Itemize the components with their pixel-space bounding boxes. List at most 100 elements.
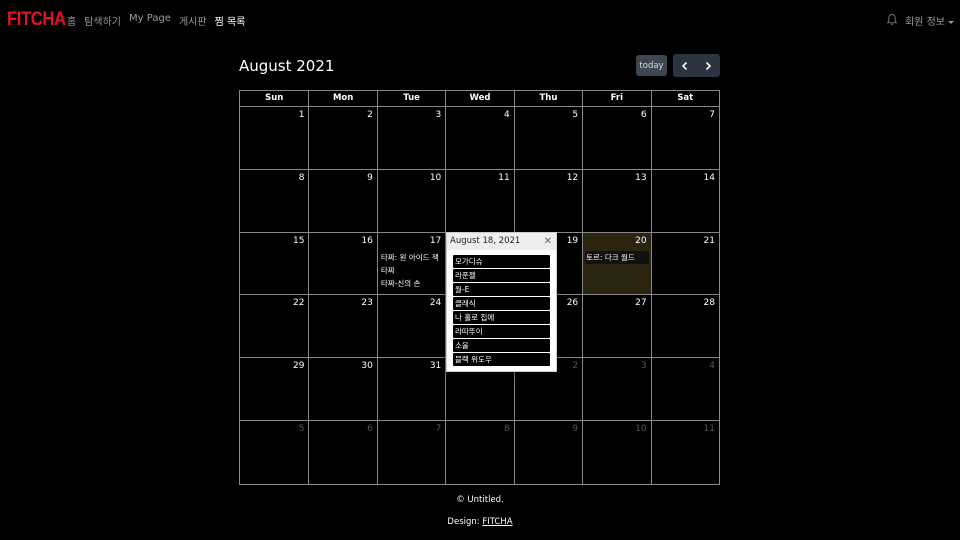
calendar-day-cell[interactable]: 8 [240,170,308,232]
popover-event[interactable]: 나 홀로 집에 [453,311,550,324]
day-number[interactable]: 8 [504,424,510,434]
day-number[interactable]: 4 [709,361,715,371]
day-number[interactable]: 28 [704,298,715,308]
bell-icon[interactable] [886,13,898,26]
day-number[interactable]: 13 [635,173,646,183]
calendar-day-cell[interactable]: 9 [513,421,582,484]
popover-event[interactable]: 소울 [453,339,550,352]
calendar-day-cell[interactable]: 11 [650,421,719,484]
calendar-day-cell[interactable]: 30 [308,358,376,421]
day-number[interactable]: 7 [436,424,442,434]
brand-logo[interactable]: FITCHA [7,9,66,31]
day-number[interactable]: 8 [299,173,305,183]
nav-link-wishlist[interactable]: 찜 목록 [215,13,246,28]
popover-event[interactable]: 월-E [453,283,550,296]
calendar-day-cell[interactable]: 27 [582,295,650,358]
calendar-day-cell[interactable]: 24 [376,295,445,358]
day-number[interactable]: 15 [293,236,304,246]
day-number[interactable]: 29 [293,361,304,371]
day-number[interactable]: 31 [430,361,441,371]
calendar-day-cell[interactable]: 22 [240,295,308,357]
day-number[interactable]: 11 [498,173,509,183]
popover-event[interactable]: 블랙 위도우 [453,353,550,366]
day-number[interactable]: 2 [572,361,578,371]
day-number[interactable]: 10 [430,173,441,183]
day-number[interactable]: 3 [641,361,647,371]
calendar-day-cell[interactable]: 20 토르: 다크 월드 [582,232,651,295]
day-number[interactable]: 12 [567,173,578,183]
calendar-day-cell[interactable]: 2 [308,107,376,169]
calendar-event[interactable]: 타짜 [380,264,443,277]
day-number[interactable]: 9 [572,424,578,434]
nav-link-home[interactable]: 홈 [67,13,76,28]
day-number[interactable]: 30 [361,361,372,371]
day-number[interactable]: 6 [367,424,373,434]
day-number[interactable]: 24 [430,298,441,308]
day-number[interactable]: 17 [430,236,441,246]
day-number[interactable]: 7 [709,110,715,120]
calendar-day-cell[interactable]: 23 [308,295,376,358]
day-number[interactable]: 4 [504,110,510,120]
day-number[interactable]: 10 [635,424,646,434]
calendar-day-cell[interactable]: 6 [582,107,650,169]
day-number[interactable]: 23 [361,298,372,308]
calendar-day-cell[interactable]: 11 [445,169,513,232]
calendar-day-cell[interactable]: 15 [240,233,308,295]
next-month-button[interactable] [697,54,721,77]
popover-event[interactable]: 라푼젤 [453,269,550,282]
nav-link-board[interactable]: 게시판 [179,13,207,28]
calendar-day-cell[interactable]: 1 [240,107,308,169]
day-number[interactable]: 5 [572,110,578,120]
calendar-event[interactable]: 토르: 다크 월드 [585,250,649,264]
calendar-day-cell[interactable]: 5 [240,421,308,484]
calendar-day-cell[interactable]: 7 [650,107,719,169]
nav-link-my-page[interactable]: My Page [129,13,171,28]
calendar-day-cell[interactable]: 13 [582,169,650,232]
close-icon[interactable]: ✕ [544,233,552,250]
calendar-day-cell[interactable]: 4 [445,107,513,169]
calendar-day-cell[interactable]: 6 [308,421,376,484]
day-number[interactable]: 27 [635,298,646,308]
calendar-day-cell[interactable]: 7 [376,421,445,484]
calendar-event[interactable]: 타짜: 원 아이드 잭 [380,251,443,264]
calendar-day-cell[interactable]: 28 [650,295,719,358]
calendar-day-cell[interactable]: 12 [513,169,582,232]
day-number[interactable]: 1 [299,110,305,120]
popover-event[interactable]: 클래식 [453,297,550,310]
calendar-day-cell[interactable]: 9 [308,169,376,232]
calendar-event[interactable]: 타짜-신의 손 [380,277,443,290]
calendar-day-cell[interactable]: 31 [376,358,445,421]
day-number[interactable]: 26 [567,298,578,308]
footer-design-link[interactable]: FITCHA [482,517,512,527]
day-number[interactable]: 5 [299,424,305,434]
day-number[interactable]: 22 [293,298,304,308]
day-number[interactable]: 11 [704,424,715,434]
day-number[interactable]: 9 [367,173,373,183]
calendar-day-cell[interactable]: 17 타짜: 원 아이드 잭 타짜 타짜-신의 손 [376,232,445,295]
calendar-day-cell[interactable]: 8 [445,421,513,484]
calendar-day-cell[interactable]: 4 [650,358,719,421]
calendar-day-cell[interactable]: 10 [582,421,650,484]
day-number[interactable]: 21 [704,236,715,246]
nav-link-explore[interactable]: 탐색하기 [84,13,121,28]
calendar-day-cell[interactable]: 29 [240,358,308,420]
day-number[interactable]: 20 [635,236,646,246]
popover-event[interactable]: 라따뚜이 [453,325,550,338]
day-number[interactable]: 3 [436,110,442,120]
popover-event[interactable]: 모가디슈 [453,255,550,268]
calendar-day-cell[interactable]: 21 [650,232,719,295]
calendar-day-cell[interactable]: 14 [650,169,719,232]
day-number[interactable]: 2 [367,110,373,120]
calendar-day-cell[interactable]: 10 [376,169,445,232]
calendar-day-cell[interactable]: 3 [582,358,650,421]
member-info-dropdown[interactable]: 회원 정보 [905,13,954,28]
day-number[interactable]: 14 [704,173,715,183]
today-button[interactable]: today [636,55,667,76]
calendar-day-cell[interactable]: 5 [513,107,582,169]
day-number[interactable]: 16 [361,236,372,246]
prev-month-button[interactable] [673,54,697,77]
day-number[interactable]: 19 [567,236,578,246]
day-number[interactable]: 6 [641,110,647,120]
calendar-day-cell[interactable]: 16 [308,232,376,295]
calendar-day-cell[interactable]: 3 [376,107,445,169]
